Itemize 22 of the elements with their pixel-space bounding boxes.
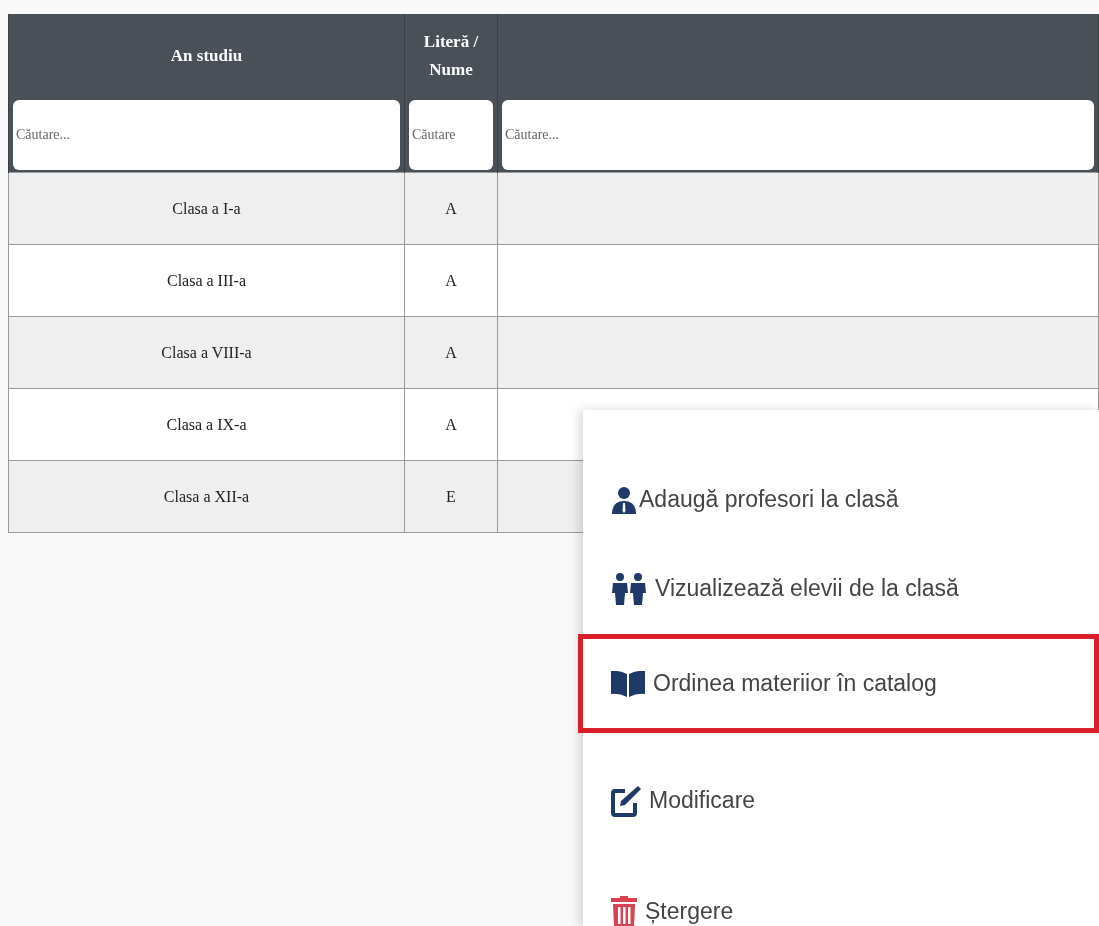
table-cell: A bbox=[404, 244, 498, 317]
edit-icon bbox=[611, 784, 641, 817]
book-icon bbox=[611, 670, 645, 697]
table-cell: Clasa a III-a bbox=[8, 244, 405, 317]
table-cell: E bbox=[404, 460, 498, 533]
table-cell: A bbox=[404, 316, 498, 389]
menu-item[interactable]: Modificare bbox=[583, 742, 1094, 859]
search-field[interactable]: Căutare bbox=[409, 100, 493, 170]
table-cell: A bbox=[404, 388, 498, 461]
menu-item[interactable]: Ștergere bbox=[583, 869, 1094, 926]
table-cell: Clasa a VIII-a bbox=[8, 316, 405, 389]
teacher-icon bbox=[611, 485, 637, 514]
table-cell: Clasa a I-a bbox=[8, 172, 405, 245]
menu-item[interactable]: Vizualizează elevii de la clasă bbox=[583, 552, 1094, 625]
search-field[interactable]: Căutare... bbox=[502, 100, 1094, 170]
table-cell: Clasa a XII-a bbox=[8, 460, 405, 533]
menu-item[interactable]: Adaugă profesori la clasă bbox=[583, 457, 1094, 542]
table-cell: Clasa a IX-a bbox=[8, 388, 405, 461]
table-cell: A bbox=[404, 172, 498, 245]
search-field[interactable]: Căutare... bbox=[13, 100, 400, 170]
menu-item[interactable]: Ordinea materiior în catalog bbox=[583, 639, 1094, 728]
students-icon bbox=[611, 572, 647, 605]
